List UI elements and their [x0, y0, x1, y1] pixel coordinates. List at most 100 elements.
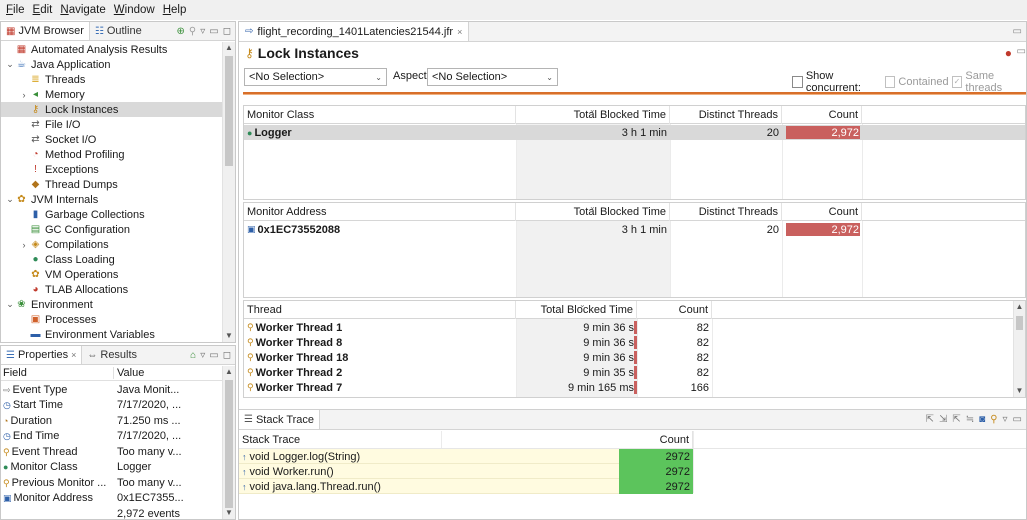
close-icon[interactable]: × [71, 350, 76, 360]
minimize-icon[interactable]: ▭ [209, 26, 218, 37]
menu-item-file[interactable]: File [2, 4, 29, 16]
table-row[interactable]: ⚲ Worker Thread 18 9 min 36 s 82 [244, 350, 1025, 365]
column-header[interactable]: Thread [244, 301, 516, 319]
table-row[interactable]: ⚲ Worker Thread 1 9 min 36 s 82 [244, 320, 1025, 335]
thread-icon[interactable]: ⚲ [990, 414, 997, 425]
layout-icon[interactable]: ≒ [966, 414, 974, 425]
table-row[interactable]: ⚲ Worker Thread 8 9 min 36 s 82 [244, 335, 1025, 350]
property-row[interactable]: ⚲ Event Thread Too many v... [1, 444, 222, 459]
scroll-down-icon[interactable]: ▼ [223, 507, 235, 519]
tab-properties[interactable]: ☰ Properties × [1, 346, 83, 364]
tab-outline[interactable]: ☷ Outline [90, 22, 147, 40]
scroll-up-icon[interactable]: ▲ [223, 366, 235, 378]
tree-item-tlab-allocations[interactable]: ◕ TLAB Allocations [1, 282, 222, 297]
table-scrollbar[interactable]: ▲ ▼ [1013, 301, 1025, 397]
tree-scrollbar-thumb[interactable] [225, 56, 233, 166]
link-icon[interactable]: ⚲ [189, 26, 196, 37]
selection-combo[interactable]: <No Selection> ⌄ [244, 68, 387, 86]
property-row[interactable]: ● Monitor Class Logger [1, 460, 222, 475]
tab-stack-trace[interactable]: ☰ Stack Trace [239, 410, 321, 429]
column-header[interactable]: Total Blocked Time ⌄ [516, 301, 637, 319]
minimize-icon[interactable]: ▭ [209, 350, 218, 361]
group-icon[interactable]: ⇱ [926, 414, 934, 425]
stack-frame-row[interactable]: ↑ void java.lang.Thread.run() 2972 [239, 479, 693, 494]
error-icon[interactable]: ● [1005, 46, 1012, 60]
column-header[interactable]: Monitor Address [244, 203, 516, 221]
tree-item-class-loading[interactable]: ● Class Loading [1, 252, 222, 267]
tree-item-threads[interactable]: ≣ Threads [1, 72, 222, 87]
tab-flight-recording[interactable]: ⇨ flight_recording_1401Latencies21544.jf… [239, 22, 470, 41]
chevron-down-icon[interactable]: ⌄ [5, 194, 15, 205]
table-row[interactable]: ▣ 0x1EC73552088 3 h 1 min 20 2,972 [244, 222, 1025, 237]
pin-icon[interactable]: ⌂ [190, 350, 196, 361]
property-row[interactable]: ▣ Monitor Address 0x1EC7355... [1, 491, 222, 506]
tree-item-jvm-internals[interactable]: ⌄ ✿ JVM Internals [1, 192, 222, 207]
properties-scrollbar-thumb[interactable] [225, 380, 233, 508]
menu-item-window[interactable]: Window [110, 4, 159, 16]
table-scrollbar-thumb[interactable] [1016, 316, 1023, 330]
tree-item-garbage-collections[interactable]: ▮ Garbage Collections [1, 207, 222, 222]
scroll-up-icon[interactable]: ▲ [1014, 301, 1025, 313]
table-row[interactable]: ● Logger 3 h 1 min 20 2,972 [244, 125, 1025, 140]
view-menu-icon[interactable]: ▿ [200, 26, 205, 37]
tree-item-gc-configuration[interactable]: ▤ GC Configuration [1, 222, 222, 237]
tree-item-vm-operations[interactable]: ✿ VM Operations [1, 267, 222, 282]
aspect-combo[interactable]: <No Selection> ⌄ [427, 68, 558, 86]
column-header[interactable]: Count [637, 301, 712, 319]
tree-item-environment-variables[interactable]: ▬ Environment Variables [1, 327, 222, 342]
scroll-up-icon[interactable]: ▲ [223, 42, 235, 54]
view-menu-icon[interactable]: ▿ [200, 350, 205, 361]
column-header[interactable]: Total Blocked Time ⌄ [516, 106, 670, 124]
tab-results[interactable]: ⇔ Results [82, 346, 142, 364]
property-row[interactable]: 2,972 events [1, 506, 222, 520]
menu-item-help[interactable]: Help [159, 4, 191, 16]
column-header-value[interactable]: Value [114, 367, 222, 379]
tree-item-lock-instances[interactable]: ⚷ Lock Instances [1, 102, 222, 117]
column-header[interactable]: Distinct Threads [670, 106, 782, 124]
menu-item-navigate[interactable]: Navigate [56, 4, 109, 16]
properties-scrollbar[interactable]: ▲ ▼ [222, 366, 235, 519]
property-row[interactable]: ◷ End Time 7/17/2020, ... [1, 429, 222, 444]
tree-item-java-application[interactable]: ⌄ ☕ Java Application [1, 57, 222, 72]
same-threads-checkbox[interactable]: ✓ [951, 76, 963, 88]
menu-item-edit[interactable]: Edit [29, 4, 57, 16]
distinguish-icon[interactable]: ⇱ [952, 414, 960, 425]
contained-checkbox[interactable] [884, 76, 896, 88]
menu-icon[interactable]: ▭ [1017, 46, 1026, 57]
maximize-icon[interactable]: ◻ [223, 26, 231, 37]
tree-item-memory[interactable]: › ◂ Memory [1, 87, 222, 102]
column-header-field[interactable]: Field [1, 367, 114, 379]
chevron-right-icon[interactable]: › [19, 240, 29, 250]
minimize-icon[interactable]: ▭ [1013, 414, 1022, 425]
chevron-down-icon[interactable]: ⌄ [5, 299, 15, 310]
tree-item-method-profiling[interactable]: ◔ Method Profiling [1, 147, 222, 162]
maximize-icon[interactable]: ◻ [223, 350, 231, 361]
tab-jvm-browser[interactable]: ▦ JVM Browser [1, 22, 90, 40]
property-row[interactable]: ⇨ Event Type Java Monit... [1, 382, 222, 397]
column-header[interactable]: Distinct Threads [670, 203, 782, 221]
show-concurrent-checkbox[interactable] [792, 76, 803, 88]
tree-item-automated-analysis-results[interactable]: ▦ Automated Analysis Results [1, 42, 222, 57]
stack-frame-row[interactable]: ↑ void Worker.run() 2972 [239, 464, 693, 479]
property-row[interactable]: ◷ Start Time 7/17/2020, ... [1, 398, 222, 413]
connect-icon[interactable]: ⊕ [176, 26, 184, 37]
column-header[interactable]: Total Blocked Time ⌄ [516, 203, 670, 221]
tree-item-processes[interactable]: ▣ Processes [1, 312, 222, 327]
tree-item-socket-i-o[interactable]: ⇄ Socket I/O [1, 132, 222, 147]
column-header[interactable]: Count [782, 106, 862, 124]
group-icon-2[interactable]: ⇲ [939, 414, 947, 425]
tree-item-compilations[interactable]: › ◈ Compilations [1, 237, 222, 252]
tree-item-exceptions[interactable]: ! Exceptions [1, 162, 222, 177]
column-header[interactable]: Stack Trace [239, 431, 619, 449]
minimize-icon[interactable]: ▭ [1013, 26, 1022, 37]
table-row[interactable]: ⚲ Worker Thread 2 9 min 35 s 82 [244, 365, 1025, 380]
chevron-down-icon[interactable]: ⌄ [5, 59, 15, 70]
tree-item-thread-dumps[interactable]: ◆ Thread Dumps [1, 177, 222, 192]
column-header[interactable]: Monitor Class [244, 106, 516, 124]
property-row[interactable]: ⚲ Previous Monitor ... Too many v... [1, 475, 222, 490]
tree-item-file-i-o[interactable]: ⇄ File I/O [1, 117, 222, 132]
table-row[interactable]: ⚲ Worker Thread 7 9 min 165 ms 166 [244, 380, 1025, 395]
stack-frame-row[interactable]: ↑ void Logger.log(String) 2972 [239, 449, 693, 464]
column-header[interactable]: Count [619, 431, 693, 449]
column-header[interactable]: Count [782, 203, 862, 221]
